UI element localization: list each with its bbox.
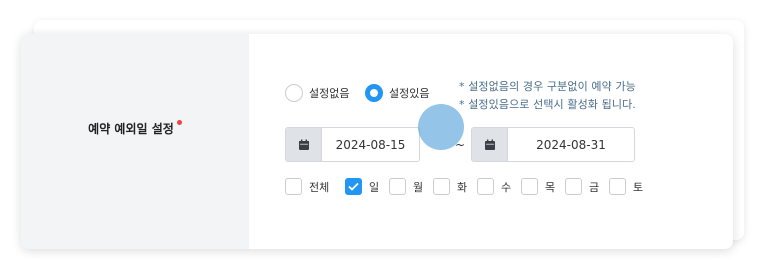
checkbox-checked[interactable] (345, 178, 362, 195)
day-checkbox-thu[interactable]: 목 (521, 178, 555, 195)
day-label: 토 (633, 180, 644, 194)
start-date-picker[interactable]: 2024-08-15 (285, 127, 420, 162)
checkbox[interactable] (477, 178, 494, 195)
start-date-button[interactable] (286, 128, 322, 161)
checkbox[interactable] (285, 178, 302, 195)
touch-indicator (418, 104, 464, 150)
label-column: 예약 예외일 설정 (21, 34, 249, 249)
end-date-button[interactable] (472, 128, 508, 161)
radio-label-with-setting: 설정있음 (389, 86, 430, 100)
day-label: 월 (413, 180, 424, 194)
checkmark-icon (348, 182, 359, 191)
calendar-icon (484, 139, 495, 150)
radio-with-setting[interactable]: 설정있음 (365, 83, 429, 102)
day-checkbox-sat[interactable]: 토 (609, 178, 643, 195)
day-label: 목 (545, 180, 556, 194)
radio-no-setting[interactable]: 설정없음 (285, 83, 349, 102)
calendar-icon (298, 139, 309, 150)
hint-line-1: * 설정없음의 경우 구분없이 예약 가능 (459, 80, 636, 93)
day-checkbox-mon[interactable]: 월 (389, 178, 423, 195)
required-indicator (176, 120, 182, 125)
setting-card: 예약 예외일 설정 설정없음 설정있음 * 설정없음의 경우 구분없이 예약 가… (21, 34, 733, 249)
end-date-picker[interactable]: 2024-08-31 (471, 127, 635, 162)
hint-line-2: * 설정있음으로 선택시 활성화 됩니다. (459, 98, 636, 111)
end-date-value[interactable]: 2024-08-31 (508, 128, 634, 161)
checkbox[interactable] (389, 178, 406, 195)
checkbox[interactable] (521, 178, 538, 195)
day-checkbox-tue[interactable]: 화 (433, 178, 467, 195)
start-date-value[interactable]: 2024-08-15 (322, 128, 419, 161)
checkbox[interactable] (609, 178, 626, 195)
checkbox[interactable] (433, 178, 450, 195)
setting-label-text: 예약 예외일 설정 (88, 122, 174, 136)
day-label: 화 (457, 180, 468, 194)
day-label: 수 (501, 180, 512, 194)
day-label: 금 (589, 180, 600, 194)
checkbox[interactable] (565, 178, 582, 195)
day-checkbox-sun[interactable]: 일 (345, 178, 379, 195)
day-checkbox-wed[interactable]: 수 (477, 178, 511, 195)
day-checkbox-all[interactable]: 전체 (285, 178, 329, 195)
radio-button-off[interactable] (285, 83, 303, 102)
radio-label-no-setting: 설정없음 (309, 86, 350, 100)
setting-label: 예약 예외일 설정 (21, 120, 249, 137)
day-label: 전체 (309, 180, 330, 194)
day-checkbox-fri[interactable]: 금 (565, 178, 599, 195)
day-label: 일 (369, 180, 380, 194)
radio-button-on[interactable] (365, 83, 383, 102)
